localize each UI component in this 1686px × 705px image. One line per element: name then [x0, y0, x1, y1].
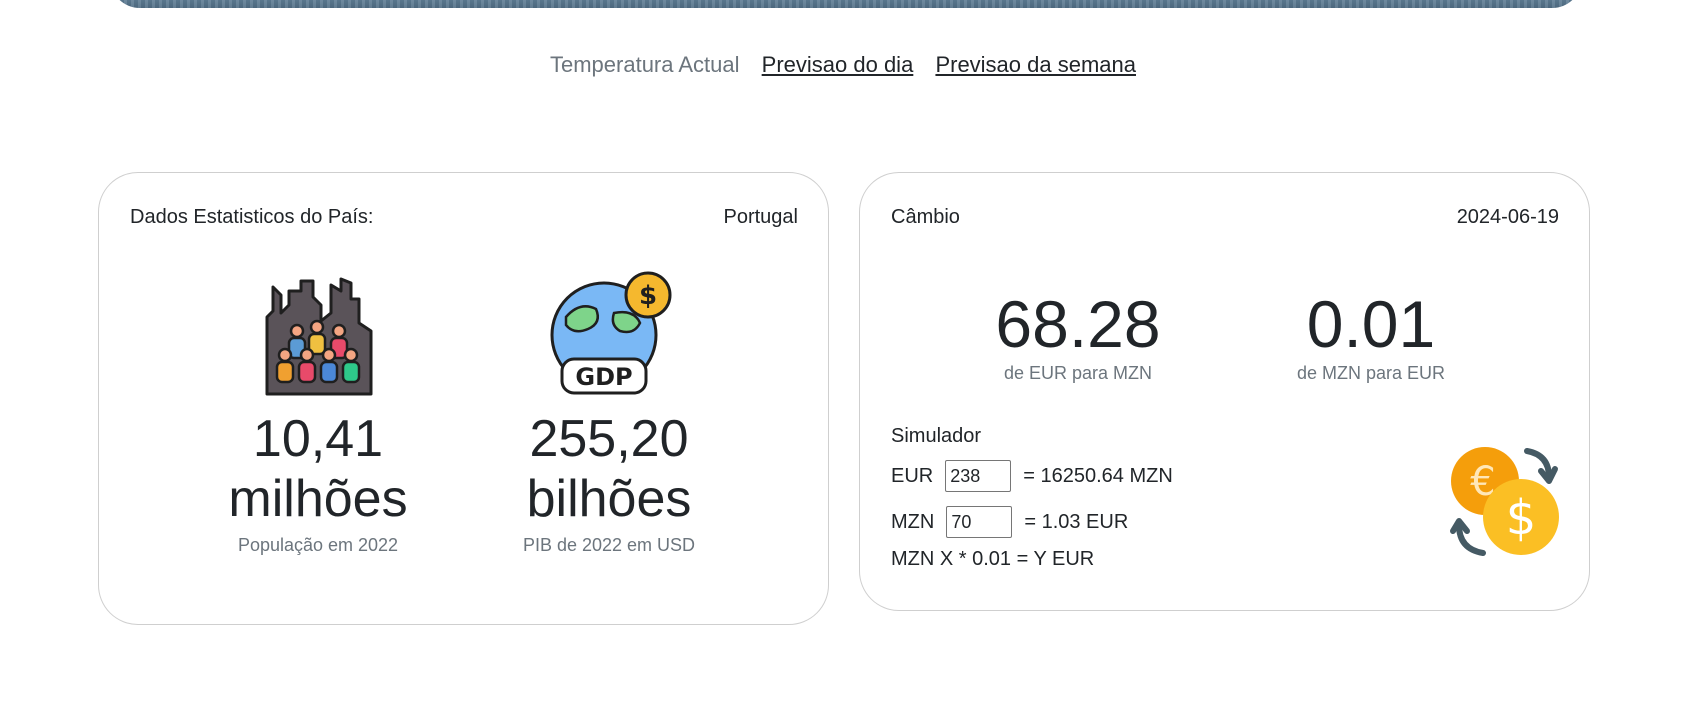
svg-text:$: $	[1506, 490, 1537, 546]
exchange-card-header: Câmbio 2024-06-19	[891, 206, 1559, 229]
simulator-title: Simulador	[891, 425, 982, 447]
mzn-to-eur-rate: 0.01 de MZN para EUR	[1221, 285, 1521, 384]
conversion-formula: MZN X * 0.01 = Y EUR	[891, 548, 1095, 570]
eur-amount-input[interactable]	[945, 460, 1012, 492]
mzn-amount-input[interactable]	[946, 506, 1013, 538]
exchange-date: 2024-06-19	[1456, 206, 1559, 228]
population-stat: 10,41 milhões População em 2022	[168, 269, 468, 556]
gdp-unit: bilhões	[526, 470, 692, 528]
mzn-to-eur-caption: de MZN para EUR	[1296, 363, 1446, 383]
country-stats-card: Dados Estatisticos do País: Portugal 10,…	[98, 172, 829, 625]
stats-card-header: Dados Estatisticos do País: Portugal	[130, 206, 798, 229]
gdp-caption: PIB de 2022 em USD	[522, 535, 696, 555]
eur-to-mzn-caption: de EUR para MZN	[1003, 363, 1153, 383]
mzn-result: = 1.03 EUR	[1024, 510, 1129, 533]
eur-label: EUR	[891, 464, 934, 487]
exchange-title: Câmbio	[891, 206, 960, 228]
mzn-label: MZN	[891, 510, 935, 533]
eur-result: = 16250.64 MZN	[1023, 464, 1173, 487]
nav-current-temperature[interactable]: Temperatura Actual	[550, 52, 740, 77]
header-banner-image	[110, 0, 1582, 8]
globe-gdp-icon: $ GDP	[550, 271, 672, 395]
eur-to-mzn-value: 68.28	[995, 287, 1161, 361]
mzn-to-eur-value: 0.01	[1306, 287, 1436, 361]
svg-text:$: $	[639, 281, 657, 311]
gdp-stat: $ GDP 255,20 bilhões PIB de 2022 em USD	[459, 269, 759, 556]
mzn-simulator-row: MZN = 1.03 EUR	[891, 502, 1173, 542]
city-population-icon	[265, 277, 373, 396]
population-unit: milhões	[228, 470, 408, 528]
gdp-value: 255,20	[529, 410, 689, 468]
country-name: Portugal	[723, 206, 799, 228]
eur-simulator-row: EUR = 16250.64 MZN	[891, 456, 1173, 496]
population-value: 10,41	[252, 410, 384, 468]
gdp-icon-label: GDP	[575, 363, 632, 391]
weather-nav: Temperatura Actual Previsao do dia Previ…	[0, 52, 1686, 78]
nav-day-forecast-link[interactable]: Previsao do dia	[762, 52, 914, 77]
exchange-card: Câmbio 2024-06-19 68.28 de EUR para MZN …	[859, 172, 1590, 611]
stats-title: Dados Estatisticos do País:	[130, 206, 374, 228]
currency-exchange-icon: € $	[1450, 447, 1559, 556]
eur-to-mzn-rate: 68.28 de EUR para MZN	[928, 285, 1228, 384]
nav-week-forecast-link[interactable]: Previsao da semana	[935, 52, 1136, 77]
simulator: Simulador EUR = 16250.64 MZN MZN = 1.03 …	[891, 425, 1173, 571]
population-caption: População em 2022	[237, 535, 399, 555]
